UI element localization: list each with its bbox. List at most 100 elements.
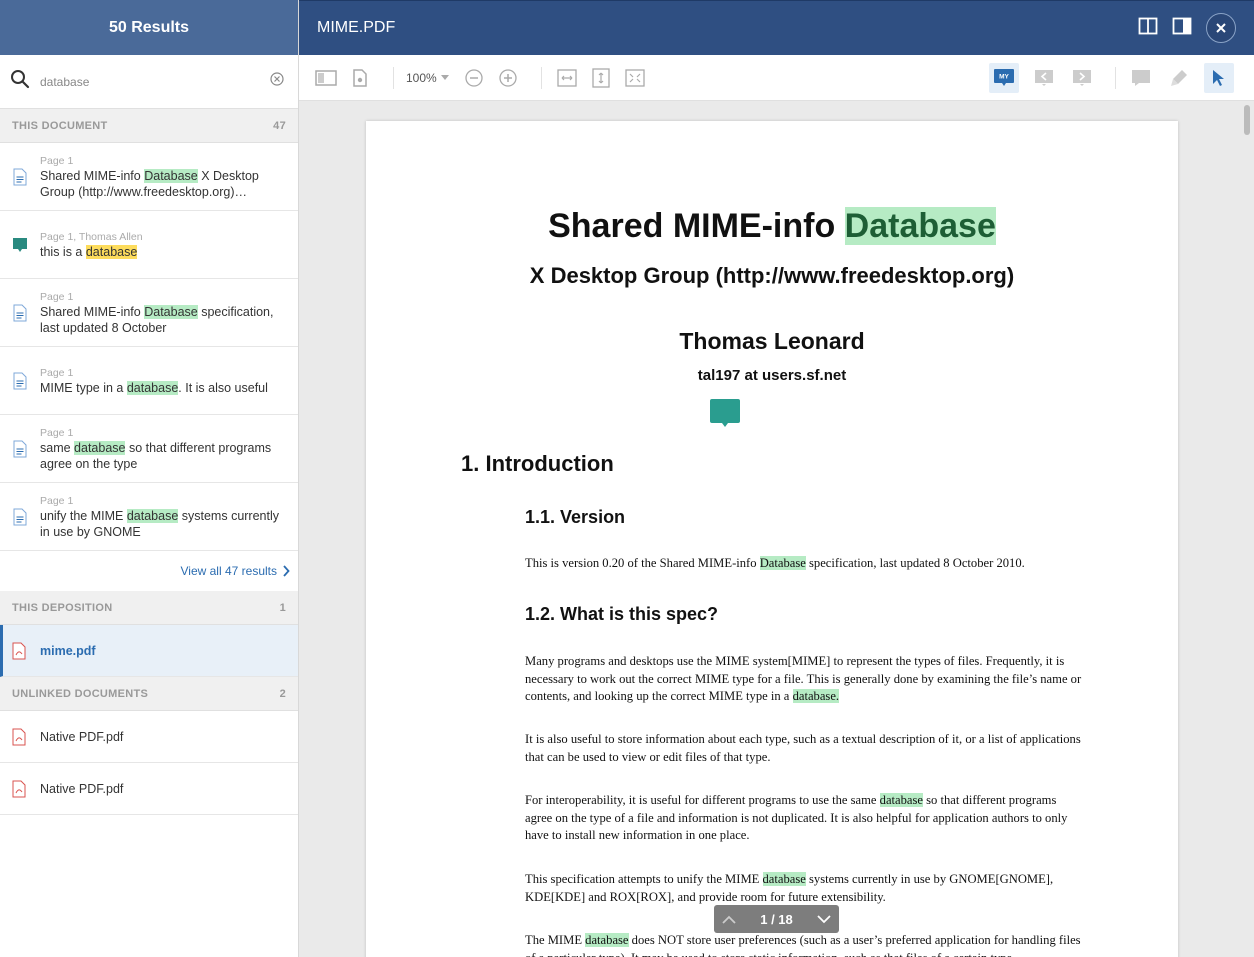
search-result-item[interactable]: Page 1 same database so that different pr… bbox=[0, 415, 298, 483]
result-snippet: MIME type in a database. It is also usef… bbox=[40, 380, 268, 395]
result-page-label: Page 1 bbox=[40, 290, 74, 303]
comment-icon bbox=[10, 237, 30, 253]
select-cursor-icon[interactable] bbox=[1204, 63, 1234, 93]
paragraph-5: The MIME database does NOT store user pr… bbox=[525, 933, 1081, 957]
paragraph-3: For interoperability, it is useful for d… bbox=[525, 793, 1068, 842]
this-document-label: THIS DOCUMENT bbox=[12, 119, 108, 132]
result-page-label: Page 1 bbox=[40, 154, 74, 167]
unlinked-file-name: Native PDF.pdf bbox=[40, 781, 124, 796]
my-annotations-button[interactable]: MY bbox=[989, 63, 1019, 93]
result-page-label: Page 1 bbox=[40, 366, 74, 379]
doc-subtitle: X Desktop Group (http://www.freedesktop.… bbox=[529, 263, 1015, 288]
search-match: Database bbox=[144, 168, 198, 183]
search-result-item[interactable]: Page 1 unify the MIME database systems cu… bbox=[0, 483, 298, 551]
close-icon bbox=[1215, 22, 1227, 34]
search-result-item[interactable]: Page 1 Shared MIME-info Database X Deskto… bbox=[0, 143, 298, 211]
unlinked-file-item[interactable]: Native PDF.pdf bbox=[0, 763, 298, 815]
fullscreen-icon[interactable] bbox=[622, 65, 648, 91]
search-match[interactable]: database bbox=[879, 793, 923, 807]
thumbnails-icon[interactable] bbox=[313, 65, 339, 91]
doc-author: Thomas Leonard bbox=[679, 328, 865, 354]
document-icon bbox=[10, 440, 30, 458]
this-document-section[interactable]: THIS DOCUMENT 47 bbox=[0, 109, 298, 143]
page-down-icon[interactable] bbox=[817, 914, 831, 924]
paragraph-4: This specification attempts to unify the… bbox=[525, 872, 1054, 904]
unlinked-label: UNLINKED DOCUMENTS bbox=[12, 687, 149, 700]
vertical-scrollbar[interactable] bbox=[1244, 105, 1250, 135]
search-result-item[interactable]: Page 1 Shared MIME-info Database specific… bbox=[0, 279, 298, 347]
comment-marker-icon[interactable] bbox=[709, 398, 741, 435]
zoom-out-icon[interactable] bbox=[461, 65, 487, 91]
document-icon bbox=[10, 304, 30, 322]
highlighter-tool-icon[interactable] bbox=[1166, 65, 1192, 91]
chevron-right-icon bbox=[282, 565, 290, 577]
search-match[interactable]: Database bbox=[759, 556, 806, 570]
document-title: MIME.PDF bbox=[317, 19, 396, 36]
zoom-in-icon[interactable] bbox=[495, 65, 521, 91]
search-result-item[interactable]: Page 1, Thomas Allen this is a database bbox=[0, 211, 298, 279]
this-deposition-label: THIS DEPOSITION bbox=[12, 601, 113, 614]
pdf-file-icon bbox=[12, 642, 28, 660]
fit-width-icon[interactable] bbox=[554, 65, 580, 91]
result-page-label: Page 1, Thomas Allen bbox=[40, 230, 143, 243]
zoom-value: 100% bbox=[406, 70, 437, 85]
search-result-item[interactable]: Page 1 MIME type in a database. It is als… bbox=[0, 347, 298, 415]
search-match: database bbox=[85, 244, 138, 259]
search-sidebar: 50 Results THIS DOCUMENT 47 Page 1Shared… bbox=[0, 0, 299, 957]
search-match[interactable]: database. bbox=[792, 689, 840, 703]
toolbar-divider bbox=[540, 66, 542, 89]
view-all-link[interactable]: View all 47 results bbox=[0, 551, 298, 591]
side-panel-icon[interactable] bbox=[1172, 17, 1192, 40]
search-icon bbox=[10, 69, 30, 94]
search-match[interactable]: Database bbox=[844, 207, 996, 245]
previous-annotation-icon[interactable] bbox=[1031, 65, 1057, 91]
unlinked-documents-section[interactable]: UNLINKED DOCUMENTS 2 bbox=[0, 677, 298, 711]
result-snippet: same database so that different programs… bbox=[40, 440, 272, 471]
this-document-count: 47 bbox=[273, 119, 286, 132]
unlinked-count: 2 bbox=[279, 687, 286, 700]
doc-title: Shared MIME-info Database bbox=[366, 207, 1178, 246]
document-icon bbox=[10, 168, 30, 186]
result-snippet: Shared MIME-info Database specification,… bbox=[40, 304, 274, 335]
caret-down-icon bbox=[440, 75, 449, 80]
next-annotation-icon[interactable] bbox=[1069, 65, 1095, 91]
split-view-icon[interactable] bbox=[1138, 17, 1158, 40]
paragraph-1: Many programs and desktops use the MIME … bbox=[525, 654, 1082, 703]
viewer-toolbar: 100% MY bbox=[299, 55, 1254, 101]
heading-introduction: 1. Introduction bbox=[461, 451, 614, 476]
result-page-label: Page 1 bbox=[40, 426, 74, 439]
unlinked-file-item[interactable]: Native PDF.pdf bbox=[0, 711, 298, 763]
fit-height-icon[interactable] bbox=[588, 65, 614, 91]
toolbar-divider bbox=[1115, 67, 1116, 89]
my-label: MY bbox=[999, 74, 1009, 81]
deposition-file-item[interactable]: mime.pdf bbox=[0, 625, 298, 677]
document-icon bbox=[10, 372, 30, 390]
close-button[interactable] bbox=[1206, 13, 1236, 43]
search-match[interactable]: database bbox=[762, 872, 806, 886]
toolbar-divider bbox=[393, 66, 394, 89]
results-header: 50 Results bbox=[0, 0, 298, 55]
pdf-page: Shared MIME-info Database X Desktop Grou… bbox=[366, 121, 1178, 957]
search-match[interactable]: database bbox=[585, 933, 629, 947]
comment-tool-icon[interactable] bbox=[1128, 65, 1154, 91]
this-deposition-count: 1 bbox=[279, 601, 286, 614]
page-navigator: 1 / 18 bbox=[714, 905, 839, 933]
document-canvas: Shared MIME-info Database X Desktop Grou… bbox=[299, 101, 1254, 957]
paragraph-2: It is also useful to store information a… bbox=[525, 732, 1081, 764]
doc-title-text: Shared MIME-info bbox=[548, 207, 845, 245]
search-match: Database bbox=[144, 304, 198, 319]
results-title: 50 Results bbox=[108, 18, 190, 36]
zoom-select[interactable]: 100% bbox=[406, 71, 449, 85]
doc-email: tal197 at users.sf.net bbox=[697, 367, 847, 384]
document-settings-icon[interactable] bbox=[347, 65, 373, 91]
page-up-icon[interactable] bbox=[722, 915, 736, 924]
document-icon bbox=[10, 508, 30, 526]
document-viewer-pane: MIME.PDF 100% MY Shared MIME-info Databa… bbox=[299, 0, 1254, 957]
search-match: database bbox=[74, 440, 126, 455]
this-deposition-section[interactable]: THIS DEPOSITION 1 bbox=[0, 591, 298, 625]
clear-search-icon[interactable] bbox=[270, 72, 284, 91]
unlinked-file-name: Native PDF.pdf bbox=[40, 729, 124, 744]
result-page-label: Page 1 bbox=[40, 494, 74, 507]
page-indicator: 1 / 18 bbox=[760, 911, 793, 927]
search-input[interactable] bbox=[40, 74, 270, 89]
